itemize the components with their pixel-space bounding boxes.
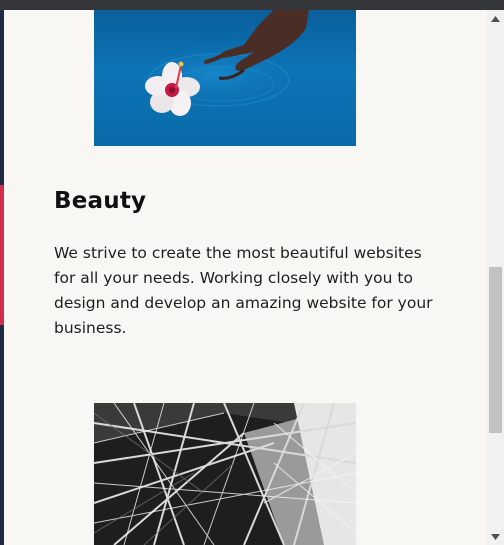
scroll-up-button[interactable] <box>487 10 504 27</box>
scrollbar-thumb[interactable] <box>489 267 502 433</box>
page-content: Beauty We strive to create the most beau… <box>4 10 487 545</box>
chevron-down-icon <box>491 533 500 540</box>
steel-structure-photo <box>94 403 356 545</box>
steel-structure-illustration <box>94 403 356 545</box>
vertical-scrollbar[interactable] <box>487 10 504 545</box>
browser-top-bar <box>0 0 504 10</box>
scroll-down-button[interactable] <box>487 528 504 545</box>
section-body-text: We strive to create the most beautiful w… <box>54 244 433 337</box>
hand-flower-illustration <box>119 10 309 116</box>
section-heading: Beauty <box>54 188 147 214</box>
hand-flower-water-photo <box>94 10 356 146</box>
chevron-up-icon <box>491 15 500 22</box>
